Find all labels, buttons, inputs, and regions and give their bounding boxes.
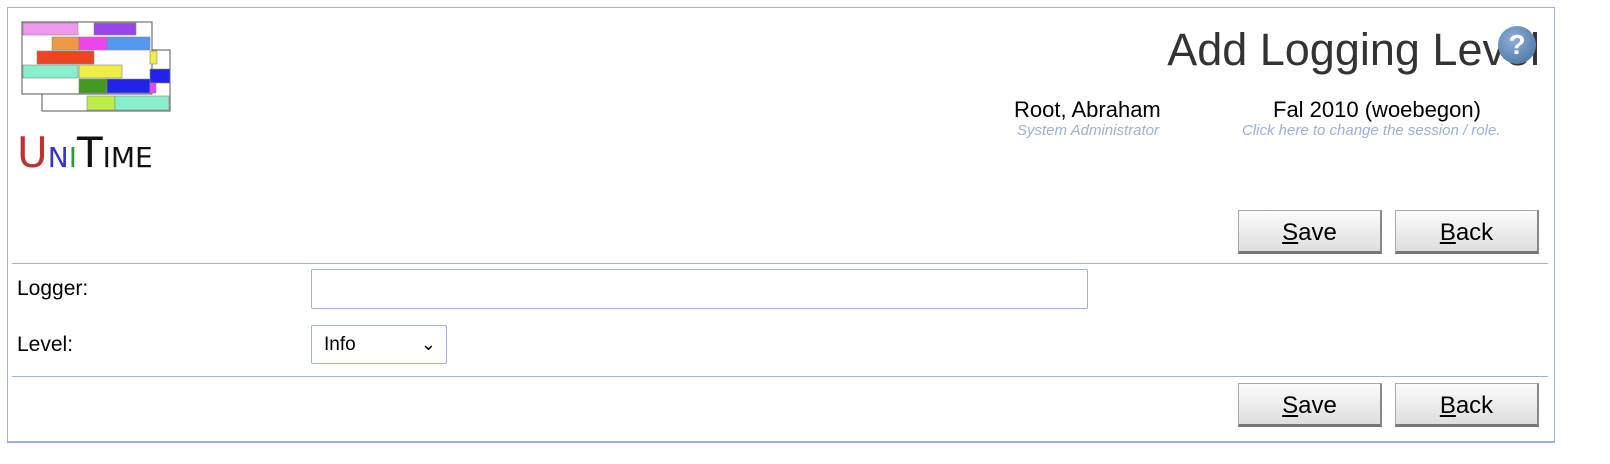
save-button-top[interactable]: Save (1238, 210, 1382, 254)
save-mnemonic: S (1282, 219, 1299, 246)
chevron-down-icon: ⌄ (420, 334, 436, 354)
help-icon[interactable]: ? (1498, 26, 1536, 64)
level-selected-value: Info (324, 334, 356, 355)
divider-top (12, 263, 1548, 264)
unitime-logo (20, 20, 175, 120)
user-role: System Administrator (1017, 122, 1159, 139)
session-name[interactable]: Fal 2010 (woebegon) (1273, 97, 1481, 123)
back-label-rest: ack (1455, 219, 1494, 246)
back-button-bottom[interactable]: Back (1395, 383, 1539, 427)
back-mnemonic: B (1439, 219, 1456, 246)
save-label-rest: ave (1298, 219, 1337, 246)
level-label: Level: (17, 333, 74, 356)
level-select[interactable]: Info ⌄ (311, 325, 447, 364)
save-label: Save (1282, 392, 1337, 419)
page-title: Add Logging Level (1167, 24, 1540, 75)
divider-bottom (12, 376, 1548, 377)
user-name: Root, Abraham (1014, 97, 1161, 122)
unitime-logo-text: UNITIME (17, 128, 153, 177)
logger-label: Logger: (17, 277, 89, 300)
change-session-link[interactable]: Click here to change the session / role. (1242, 122, 1500, 139)
back-label: Back (1439, 392, 1494, 419)
save-button-bottom[interactable]: Save (1238, 383, 1382, 427)
back-button-top[interactable]: Back (1395, 210, 1539, 254)
logger-input[interactable] (311, 269, 1088, 309)
